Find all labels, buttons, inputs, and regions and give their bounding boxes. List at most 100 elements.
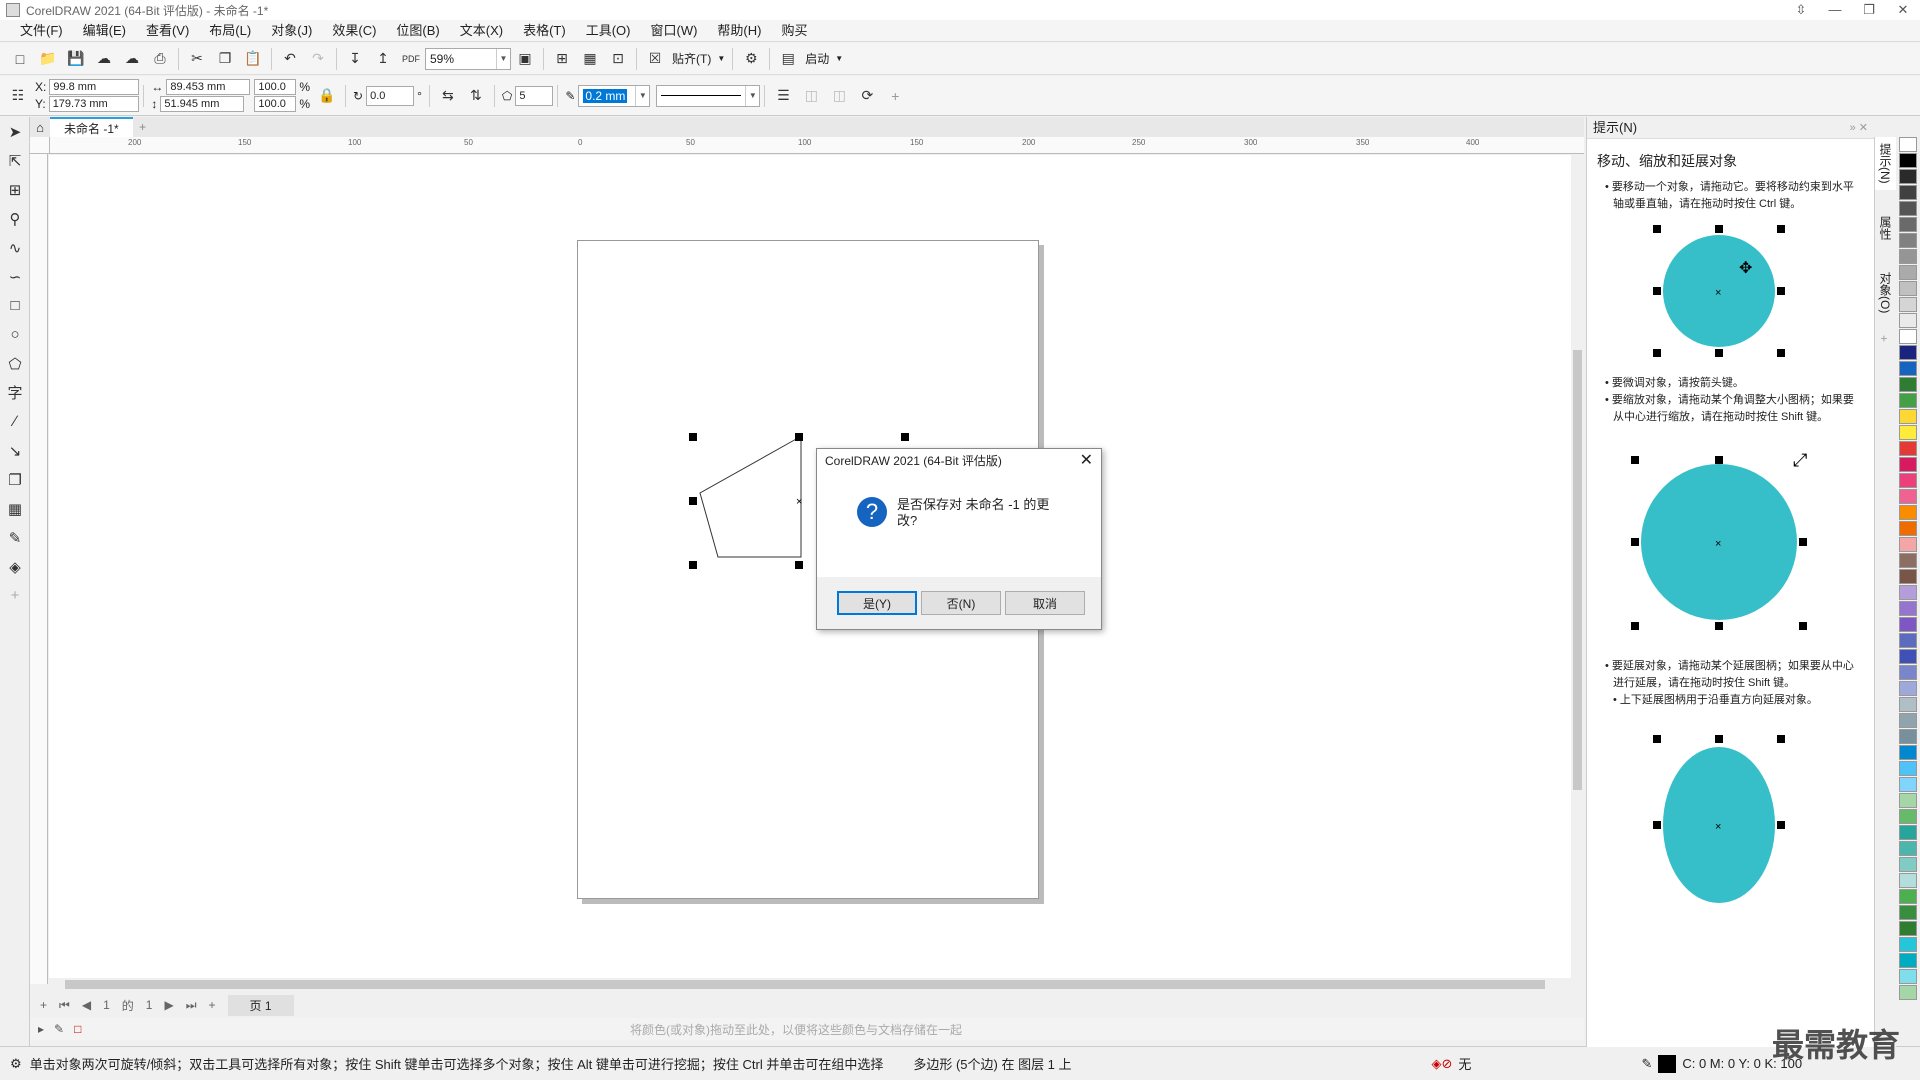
palette-swatch[interactable] <box>1899 889 1917 904</box>
text-tool-icon[interactable]: 字 <box>0 378 30 407</box>
palette-swatch[interactable] <box>1899 569 1917 584</box>
parallel-dimension-icon[interactable]: ∕ <box>0 407 30 436</box>
sides-input[interactable]: 5 <box>515 85 554 106</box>
docker-controls-icon[interactable]: » ✕ <box>1850 117 1868 139</box>
palette-swatch[interactable] <box>1899 553 1917 568</box>
line-style-combo[interactable]: ▼ <box>656 84 761 107</box>
first-page-icon[interactable]: ⏮ <box>59 998 70 1013</box>
freehand-tool-icon[interactable]: ∿ <box>0 233 30 262</box>
to-front-icon[interactable]: ◫ <box>799 84 823 108</box>
palette-swatch[interactable] <box>1899 857 1917 872</box>
palette-swatch[interactable] <box>1899 185 1917 200</box>
close-button[interactable]: ✕ <box>1886 0 1920 20</box>
new-tab-icon[interactable]: + <box>133 120 153 134</box>
palette-swatch[interactable] <box>1899 361 1917 376</box>
menu-text[interactable]: 文本(X) <box>450 20 513 42</box>
palette-swatch[interactable] <box>1899 505 1917 520</box>
paste-icon[interactable]: 📋 <box>241 47 265 71</box>
scroll-thumb[interactable] <box>1573 350 1582 790</box>
export-icon[interactable]: ↥ <box>371 47 395 71</box>
palette-swatch[interactable] <box>1899 281 1917 296</box>
ellipse-tool-icon[interactable]: ○ <box>0 320 30 349</box>
snap-to-button[interactable]: 贴齐(T) <box>672 50 711 67</box>
interactive-fill-icon[interactable]: ◈ <box>0 552 30 581</box>
menu-edit[interactable]: 编辑(E) <box>73 20 136 42</box>
cloud-upload-icon[interactable]: ☁ <box>92 47 116 71</box>
mirror-horizontal-icon[interactable]: ⇆ <box>436 84 460 108</box>
palette-swatch[interactable] <box>1899 249 1917 264</box>
scale-height-input[interactable]: 100.0 <box>254 96 297 112</box>
palette-swatch[interactable] <box>1899 489 1917 504</box>
convert-curves-icon[interactable]: ⟳ <box>855 84 879 108</box>
shape-tool-icon[interactable]: ⇱ <box>0 146 30 175</box>
print-icon[interactable]: ⎙ <box>148 47 172 71</box>
palette-swatch[interactable] <box>1899 409 1917 424</box>
palette-swatch[interactable] <box>1899 793 1917 808</box>
ruler-corner[interactable] <box>30 137 50 154</box>
add-docker-icon[interactable]: + <box>1875 329 1893 348</box>
palette-swatch[interactable] <box>1899 297 1917 312</box>
palette-swatch[interactable] <box>1899 169 1917 184</box>
palette-swatch[interactable] <box>1899 985 1917 1000</box>
undo-icon[interactable]: ↶ <box>278 47 302 71</box>
menu-layout[interactable]: 布局(L) <box>199 20 261 42</box>
open-folder-icon[interactable]: 📁 <box>36 47 60 71</box>
artistic-media-icon[interactable]: ∽ <box>0 262 30 291</box>
palette-swatch[interactable] <box>1899 729 1917 744</box>
x-position-input[interactable]: 99.8 mm <box>49 79 140 95</box>
mirror-vertical-icon[interactable]: ⇅ <box>464 84 488 108</box>
redo-icon[interactable]: ↷ <box>306 47 330 71</box>
zoom-tool-icon[interactable]: ⚲ <box>0 204 30 233</box>
grid-icon[interactable]: ▦ <box>578 47 602 71</box>
gear-icon[interactable]: ⚙ <box>10 1056 22 1072</box>
horizontal-scrollbar[interactable] <box>49 978 1571 991</box>
palette-swatch[interactable] <box>1899 745 1917 760</box>
pdf-icon[interactable]: PDF <box>399 47 423 71</box>
palette-swatch[interactable] <box>1899 713 1917 728</box>
palette-swatch[interactable] <box>1899 825 1917 840</box>
close-icon[interactable]: ✕ <box>1080 449 1093 473</box>
palette-swatch[interactable] <box>1899 953 1917 968</box>
menu-tools[interactable]: 工具(O) <box>576 20 641 42</box>
expand-icon[interactable]: ▸ <box>38 1022 44 1036</box>
cancel-button[interactable]: 取消 <box>1005 591 1085 615</box>
palette-swatch[interactable] <box>1899 153 1917 168</box>
palette-swatch[interactable] <box>1899 665 1917 680</box>
add-page-icon[interactable]: + <box>40 998 47 1012</box>
last-page-icon[interactable]: ⏭ <box>186 998 197 1013</box>
scroll-thumb[interactable] <box>65 980 1545 989</box>
drop-shadow-icon[interactable]: ❐ <box>0 465 30 494</box>
palette-swatch[interactable] <box>1899 809 1917 824</box>
vertical-ruler[interactable] <box>30 154 48 984</box>
add-icon[interactable]: + <box>883 84 907 108</box>
palette-swatch[interactable] <box>1899 601 1917 616</box>
maximize-button[interactable]: ❐ <box>1852 0 1886 20</box>
drawing-canvas[interactable]: × <box>49 155 1571 978</box>
y-position-input[interactable]: 179.73 mm <box>48 96 139 112</box>
document-tab[interactable]: 未命名 -1* <box>50 117 133 137</box>
palette-swatch[interactable] <box>1899 217 1917 232</box>
add-page-after-icon[interactable]: + <box>209 998 216 1012</box>
import-icon[interactable]: ↧ <box>343 47 367 71</box>
palette-swatch[interactable] <box>1899 697 1917 712</box>
scale-width-input[interactable]: 100.0 <box>254 79 297 95</box>
palette-swatch[interactable] <box>1899 425 1917 440</box>
palette-swatch[interactable] <box>1899 537 1917 552</box>
chevron-down-icon[interactable]: ▼ <box>835 54 843 63</box>
menu-table[interactable]: 表格(T) <box>513 20 576 42</box>
cloud-download-icon[interactable]: ☁ <box>120 47 144 71</box>
palette-swatch[interactable] <box>1899 905 1917 920</box>
crop-tool-icon[interactable]: ⊞ <box>0 175 30 204</box>
palette-swatch[interactable] <box>1899 873 1917 888</box>
palette-swatch[interactable] <box>1899 841 1917 856</box>
outline-width-combo[interactable]: 0.2 mm ▼ <box>578 84 651 107</box>
palette-swatch[interactable] <box>1899 649 1917 664</box>
snap-off-icon[interactable]: ☒ <box>643 47 667 71</box>
eyedropper-icon[interactable]: ✎ <box>54 1022 64 1036</box>
object-origin-icon[interactable]: ☷ <box>6 84 30 108</box>
vertical-scrollbar[interactable] <box>1571 155 1584 978</box>
width-input[interactable]: 89.453 mm <box>166 79 251 95</box>
eyedropper-icon[interactable]: ✎ <box>0 523 30 552</box>
next-page-icon[interactable]: ▶ <box>164 998 173 1012</box>
palette-swatch[interactable] <box>1899 265 1917 280</box>
